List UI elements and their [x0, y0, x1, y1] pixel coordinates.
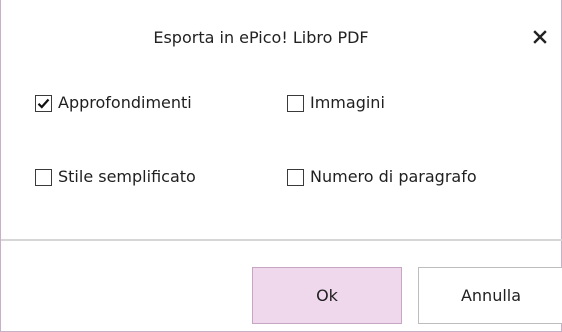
close-icon — [533, 30, 547, 44]
numero-di-paragrafo-checkbox[interactable]: Numero di paragrafo — [287, 167, 477, 187]
close-button[interactable] — [527, 24, 553, 50]
dialog-title: Esporta in ePico! Libro PDF — [153, 28, 369, 47]
numero-di-paragrafo-label: Numero di paragrafo — [310, 167, 477, 186]
checkbox-box[interactable] — [35, 168, 52, 186]
stile-semplificato-label: Stile semplificato — [58, 167, 196, 186]
immagini-checkbox[interactable]: Immagini — [287, 93, 385, 113]
checkmark-icon — [37, 98, 50, 109]
immagini-label: Immagini — [310, 93, 385, 112]
stile-semplificato-checkbox[interactable]: Stile semplificato — [35, 167, 196, 187]
approfondimenti-label: Approfondimenti — [58, 93, 192, 112]
ok-button[interactable]: Ok — [252, 267, 402, 324]
approfondimenti-checkbox[interactable]: Approfondimenti — [35, 93, 192, 113]
checkbox-box[interactable] — [35, 94, 52, 112]
divider — [1, 239, 562, 241]
export-pdf-dialog: Esporta in ePico! Libro PDF Approfondime… — [0, 0, 562, 332]
checkbox-box[interactable] — [287, 168, 304, 186]
checkbox-box[interactable] — [287, 94, 304, 112]
cancel-button[interactable]: Annulla — [418, 267, 562, 324]
